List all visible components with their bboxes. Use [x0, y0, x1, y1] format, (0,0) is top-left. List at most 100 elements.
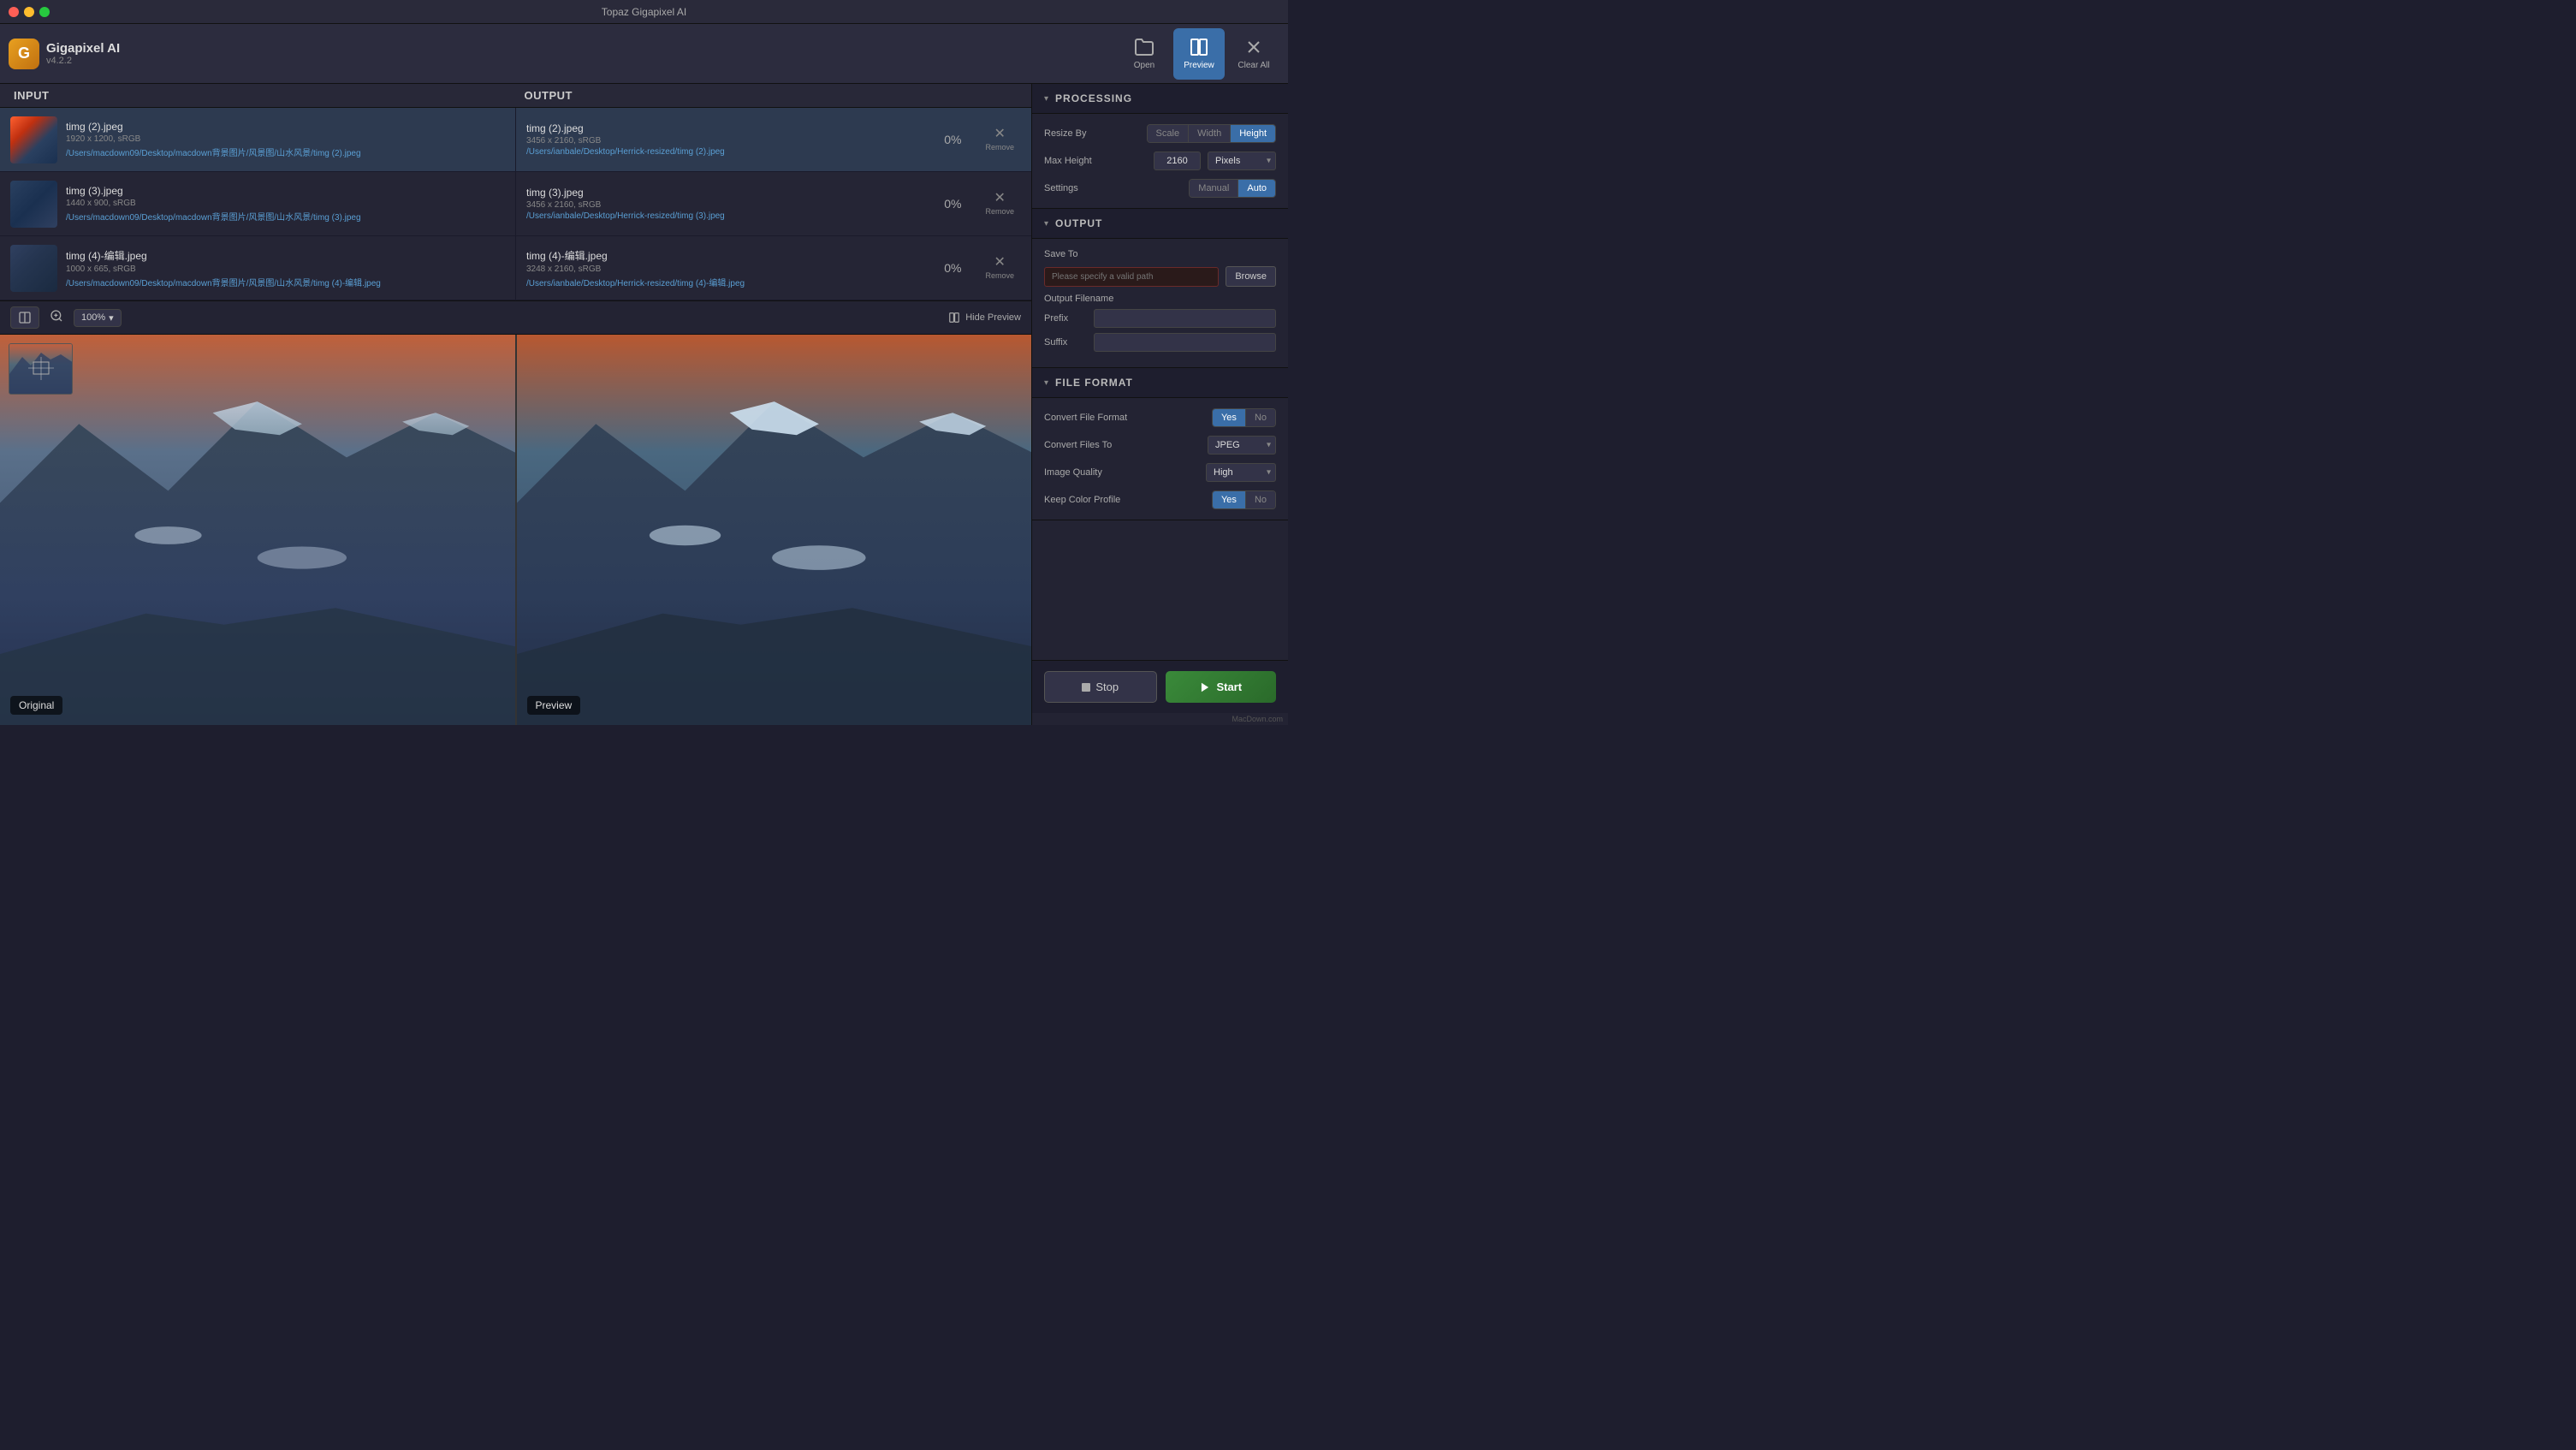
settings-auto-button[interactable]: Auto	[1238, 180, 1275, 197]
open-button[interactable]: Open	[1119, 28, 1170, 80]
output-file-path: /Users/ianbale/Desktop/Herrick-resized/t…	[526, 211, 923, 221]
keep-color-no-button[interactable]: No	[1246, 491, 1275, 508]
keep-color-yes-button[interactable]: Yes	[1213, 491, 1246, 508]
keep-color-profile-label: Keep Color Profile	[1044, 495, 1121, 505]
output-section-header[interactable]: ▾ OUTPUT	[1032, 209, 1288, 239]
app-name: Gigapixel AI	[46, 41, 120, 56]
settings-label: Settings	[1044, 183, 1121, 193]
remove-x-icon: ✕	[994, 128, 1006, 141]
max-height-row: Max Height Pixels	[1044, 152, 1276, 170]
stop-button[interactable]: Stop	[1044, 671, 1157, 703]
image-quality-label: Image Quality	[1044, 467, 1121, 478]
file-row[interactable]: timg (3).jpeg 1440 x 900, sRGB /Users/ma…	[0, 172, 1031, 236]
file-thumbnail	[10, 116, 57, 163]
output-file-dims: 3248 x 2160, sRGB	[526, 264, 923, 274]
left-panel: INPUT OUTPUT timg (2).jpeg 1920 x 1200, …	[0, 84, 1031, 725]
save-to-label: Save To	[1044, 249, 1121, 259]
browse-button[interactable]: Browse	[1226, 266, 1276, 287]
convert-yes-button[interactable]: Yes	[1213, 409, 1246, 426]
watermark-text: MacDown.com	[1232, 715, 1283, 723]
max-height-label: Max Height	[1044, 156, 1121, 166]
maximize-button[interactable]	[39, 7, 50, 17]
clear-all-button-label: Clear All	[1238, 61, 1269, 70]
max-height-input[interactable]	[1154, 152, 1201, 170]
convert-to-select[interactable]: JPEG PNG TIFF	[1208, 436, 1276, 455]
preview-button[interactable]: Preview	[1173, 28, 1225, 80]
clear-all-button[interactable]: Clear All	[1228, 28, 1279, 80]
prefix-input[interactable]	[1094, 309, 1276, 328]
thumbnail-overlay[interactable]	[9, 343, 73, 395]
zoom-chevron-icon: ▾	[109, 312, 114, 324]
file-output-info: timg (3).jpeg 3456 x 2160, sRGB /Users/i…	[526, 187, 923, 221]
right-panel: ▾ PROCESSING Resize By Scale Width Heigh…	[1031, 84, 1288, 725]
image-quality-select[interactable]: High Medium Low Maximum	[1206, 463, 1276, 482]
image-quality-row: Image Quality High Medium Low Maximum	[1044, 463, 1276, 482]
preview-toggle-button[interactable]	[10, 306, 39, 329]
file-output-info: timg (4)-编辑.jpeg 3248 x 2160, sRGB /User…	[526, 248, 923, 288]
hide-preview-label: Hide Preview	[965, 312, 1021, 323]
resize-scale-button[interactable]: Scale	[1148, 125, 1190, 142]
file-dims: 1440 x 900, sRGB	[66, 199, 505, 208]
resize-width-button[interactable]: Width	[1189, 125, 1231, 142]
stop-icon	[1082, 683, 1090, 692]
minimize-button[interactable]	[24, 7, 34, 17]
convert-files-to-row: Convert Files To JPEG PNG TIFF	[1044, 436, 1276, 455]
remove-x-icon: ✕	[994, 256, 1006, 270]
output-section-title: OUTPUT	[1055, 217, 1102, 229]
file-format-section-header[interactable]: ▾ FILE FORMAT	[1032, 368, 1288, 398]
file-remove-button-3[interactable]: ✕ Remove	[978, 253, 1021, 283]
title-bar: Topaz Gigapixel AI	[0, 0, 1288, 24]
preview-button-label: Preview	[1184, 61, 1214, 70]
processing-section-header[interactable]: ▾ PROCESSING	[1032, 84, 1288, 114]
output-file-path: /Users/ianbale/Desktop/Herrick-resized/t…	[526, 147, 923, 157]
file-remove-button-1[interactable]: ✕ Remove	[978, 124, 1021, 155]
output-file-name: timg (4)-编辑.jpeg	[526, 248, 923, 263]
file-row[interactable]: timg (4)-编辑.jpeg 1000 x 665, sRGB /Users…	[0, 236, 1031, 300]
preview-area: Original	[0, 335, 1031, 725]
output-file-dims: 3456 x 2160, sRGB	[526, 200, 923, 210]
file-path: /Users/macdown09/Desktop/macdown背景图片/风景图…	[66, 146, 505, 158]
file-output-info: timg (2).jpeg 3456 x 2160, sRGB /Users/i…	[526, 122, 923, 157]
settings-row: Settings Manual Auto	[1044, 179, 1276, 198]
resize-by-group: Scale Width Height	[1147, 124, 1276, 143]
settings-manual-button[interactable]: Manual	[1190, 180, 1238, 197]
remove-x-icon: ✕	[994, 192, 1006, 205]
file-input-side: timg (3).jpeg 1440 x 900, sRGB /Users/ma…	[0, 172, 515, 235]
file-info: timg (3).jpeg 1440 x 900, sRGB /Users/ma…	[66, 185, 505, 223]
output-header: OUTPUT	[507, 89, 1018, 102]
processing-section-content: Resize By Scale Width Height Max Height …	[1032, 114, 1288, 209]
convert-file-format-label: Convert File Format	[1044, 413, 1127, 423]
pixels-select[interactable]: Pixels	[1208, 152, 1276, 170]
start-button[interactable]: Start	[1166, 671, 1277, 703]
suffix-label: Suffix	[1044, 337, 1087, 348]
jpeg-select-wrapper: JPEG PNG TIFF	[1208, 436, 1276, 455]
remove-label: Remove	[985, 143, 1014, 152]
file-row[interactable]: timg (2).jpeg 1920 x 1200, sRGB /Users/m…	[0, 108, 1031, 172]
watermark: MacDown.com	[1032, 713, 1288, 725]
resize-height-button[interactable]: Height	[1231, 125, 1275, 142]
close-button[interactable]	[9, 7, 19, 17]
file-remove-button-2[interactable]: ✕ Remove	[978, 188, 1021, 219]
suffix-row: Suffix	[1044, 333, 1276, 352]
image-quality-select-wrapper: High Medium Low Maximum	[1206, 463, 1276, 482]
hide-preview-button[interactable]: Hide Preview	[948, 312, 1021, 324]
zoom-display[interactable]: 100% ▾	[74, 309, 122, 327]
file-info: timg (4)-编辑.jpeg 1000 x 665, sRGB /Users…	[66, 248, 505, 288]
bottom-action-bar: Stop Start	[1032, 660, 1288, 713]
save-to-input-row: Browse	[1044, 266, 1276, 287]
input-header: INPUT	[14, 89, 507, 102]
keep-color-profile-row: Keep Color Profile Yes No	[1044, 490, 1276, 509]
zoom-in-button[interactable]	[46, 307, 67, 329]
file-path: /Users/macdown09/Desktop/macdown背景图片/风景图…	[66, 210, 505, 223]
app-icon: G	[9, 39, 39, 69]
stop-button-label: Stop	[1095, 680, 1119, 693]
remove-label: Remove	[985, 271, 1014, 280]
convert-no-button[interactable]: No	[1246, 409, 1275, 426]
start-icon	[1199, 681, 1211, 693]
file-thumbnail	[10, 245, 57, 292]
zoom-value: 100%	[81, 312, 105, 323]
suffix-input[interactable]	[1094, 333, 1276, 352]
start-button-label: Start	[1216, 680, 1242, 693]
settings-group: Manual Auto	[1189, 179, 1276, 198]
save-to-path-input[interactable]	[1044, 267, 1219, 287]
